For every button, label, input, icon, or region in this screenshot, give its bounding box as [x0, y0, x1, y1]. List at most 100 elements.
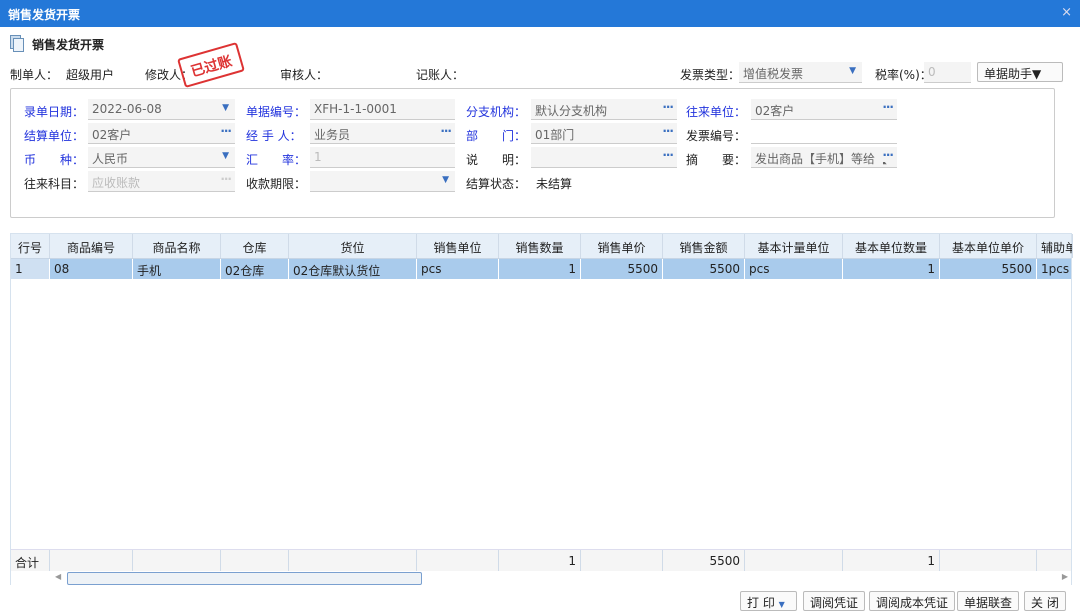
rate-label: 汇 率：: [246, 151, 306, 168]
total-amount: 5500: [663, 550, 745, 571]
doc-no-input[interactable]: XFH-1-1-0001: [310, 99, 455, 120]
currency-select[interactable]: 人民币▼: [88, 147, 235, 168]
chevron-down-icon: ▼: [779, 600, 785, 609]
col-header[interactable]: 商品编号: [50, 234, 133, 258]
chevron-down-icon: ▼: [222, 151, 229, 161]
scroll-right-icon[interactable]: ▶: [1062, 572, 1068, 581]
branch-label: 分支机构：: [466, 103, 526, 120]
col-header[interactable]: 销售单位: [417, 234, 499, 258]
summary-input[interactable]: 发出商品【手机】等给【···: [751, 147, 897, 168]
branch-input[interactable]: 默认分支机构···: [531, 99, 677, 120]
col-header[interactable]: 销售单价: [581, 234, 663, 258]
col-header[interactable]: 基本单位数量: [843, 234, 940, 258]
scroll-left-icon[interactable]: ◀: [55, 572, 61, 581]
cell[interactable]: 02仓库默认货位: [289, 259, 417, 279]
account-input[interactable]: 应收账款···: [88, 171, 235, 192]
cell[interactable]: pcs: [417, 259, 499, 279]
reviewer-label: 审核人：: [280, 66, 328, 83]
chevron-down-icon: ▼: [442, 175, 449, 185]
doc-no-label: 单据编号：: [246, 103, 306, 120]
cell: [417, 550, 499, 571]
date-picker[interactable]: 2022-06-08▼: [88, 99, 235, 120]
table-row[interactable]: 1 08 手机 02仓库 02仓库默认货位 pcs 1 5500 5500 pc…: [11, 259, 1071, 279]
col-header[interactable]: 销售金额: [663, 234, 745, 258]
totals-row: 合计 1 5500 1: [11, 549, 1071, 571]
more-icon[interactable]: ···: [882, 148, 893, 162]
col-header[interactable]: 基本单位单价: [940, 234, 1037, 258]
doc-link-button[interactable]: 单据联查: [957, 591, 1019, 611]
cell[interactable]: 手机: [133, 259, 221, 279]
invoice-no-label: 发票编号：: [686, 127, 746, 144]
horizontal-scrollbar[interactable]: ◀ ▶: [11, 571, 1071, 585]
table-header: 行号 商品编号 商品名称 仓库 货位 销售单位 销售数量 销售单价 销售金额 基…: [11, 234, 1071, 259]
scroll-thumb[interactable]: [67, 572, 422, 585]
cell[interactable]: pcs: [745, 259, 843, 279]
cell: [50, 550, 133, 571]
tax-rate-input[interactable]: 0: [924, 62, 971, 83]
partner-value: 02客户: [755, 104, 794, 118]
more-icon[interactable]: ···: [220, 124, 231, 138]
col-header[interactable]: 仓库: [221, 234, 289, 258]
currency-label: 币 种：: [24, 151, 84, 168]
note-label: 说 明：: [466, 151, 526, 168]
cell: [581, 550, 663, 571]
dept-input[interactable]: 01部门 ···: [531, 123, 677, 144]
cell[interactable]: 1pcs: [1037, 259, 1073, 279]
window-title: 销售发货开票: [8, 8, 80, 22]
cell[interactable]: 5500: [663, 259, 745, 279]
settle-unit-value: 02客户: [92, 128, 131, 142]
invoice-type-select[interactable]: 增值税发票▼: [739, 62, 862, 83]
cell[interactable]: 1: [499, 259, 581, 279]
rate-input[interactable]: 1: [310, 147, 455, 168]
account-label: 往来科目：: [24, 175, 84, 192]
total-label: 合计: [11, 550, 50, 571]
cell[interactable]: 5500: [940, 259, 1037, 279]
cell: [940, 550, 1037, 571]
document-icon: [10, 35, 24, 52]
date-label: 录单日期：: [24, 103, 84, 120]
doc-helper-button[interactable]: 单据助手▼: [977, 62, 1063, 82]
view-voucher-button[interactable]: 调阅凭证: [803, 591, 865, 611]
invoice-type-label: 发票类型：: [680, 66, 740, 83]
settle-status-label: 结算状态：: [466, 175, 526, 192]
col-header[interactable]: 货位: [289, 234, 417, 258]
invoice-type-value: 增值税发票: [743, 67, 803, 81]
invoice-no-input[interactable]: [751, 123, 897, 144]
handler-input[interactable]: 业务员···: [310, 123, 455, 144]
title-bar: 销售发货开票: [0, 0, 1080, 27]
settle-unit-input[interactable]: 02客户 ···: [88, 123, 235, 144]
close-icon[interactable]: ×: [1061, 5, 1072, 20]
more-icon[interactable]: ···: [662, 124, 673, 138]
col-header[interactable]: 辅助单: [1037, 234, 1073, 258]
col-header[interactable]: 行号: [11, 234, 50, 258]
settle-unit-label: 结算单位：: [24, 127, 84, 144]
total-base-qty: 1: [843, 550, 940, 571]
cell: [745, 550, 843, 571]
more-icon[interactable]: ···: [440, 124, 451, 138]
print-label: 打 印: [747, 596, 775, 610]
account-value: 应收账款: [92, 176, 140, 190]
cell: [133, 550, 221, 571]
cell[interactable]: 08: [50, 259, 133, 279]
dept-value: 01部门: [535, 128, 574, 142]
chevron-down-icon: ▼: [222, 103, 229, 113]
more-icon[interactable]: ···: [662, 100, 673, 114]
col-header[interactable]: 基本计量单位: [745, 234, 843, 258]
print-button[interactable]: 打 印 ▼: [740, 591, 797, 611]
cell[interactable]: 5500: [581, 259, 663, 279]
items-table[interactable]: 行号 商品编号 商品名称 仓库 货位 销售单位 销售数量 销售单价 销售金额 基…: [10, 233, 1072, 585]
more-icon[interactable]: ···: [662, 148, 673, 162]
term-select[interactable]: ▼: [310, 171, 455, 192]
cell[interactable]: 1: [843, 259, 940, 279]
more-icon[interactable]: ···: [882, 100, 893, 114]
dept-label: 部 门：: [466, 127, 526, 144]
cell[interactable]: 02仓库: [221, 259, 289, 279]
note-input[interactable]: ···: [531, 147, 677, 168]
view-cost-voucher-button[interactable]: 调阅成本凭证: [869, 591, 955, 611]
handler-label: 经 手 人：: [246, 127, 302, 144]
col-header[interactable]: 销售数量: [499, 234, 581, 258]
bookkeeper-label: 记账人：: [416, 66, 464, 83]
partner-input[interactable]: 02客户 ···: [751, 99, 897, 120]
col-header[interactable]: 商品名称: [133, 234, 221, 258]
close-button[interactable]: 关 闭: [1024, 591, 1066, 611]
